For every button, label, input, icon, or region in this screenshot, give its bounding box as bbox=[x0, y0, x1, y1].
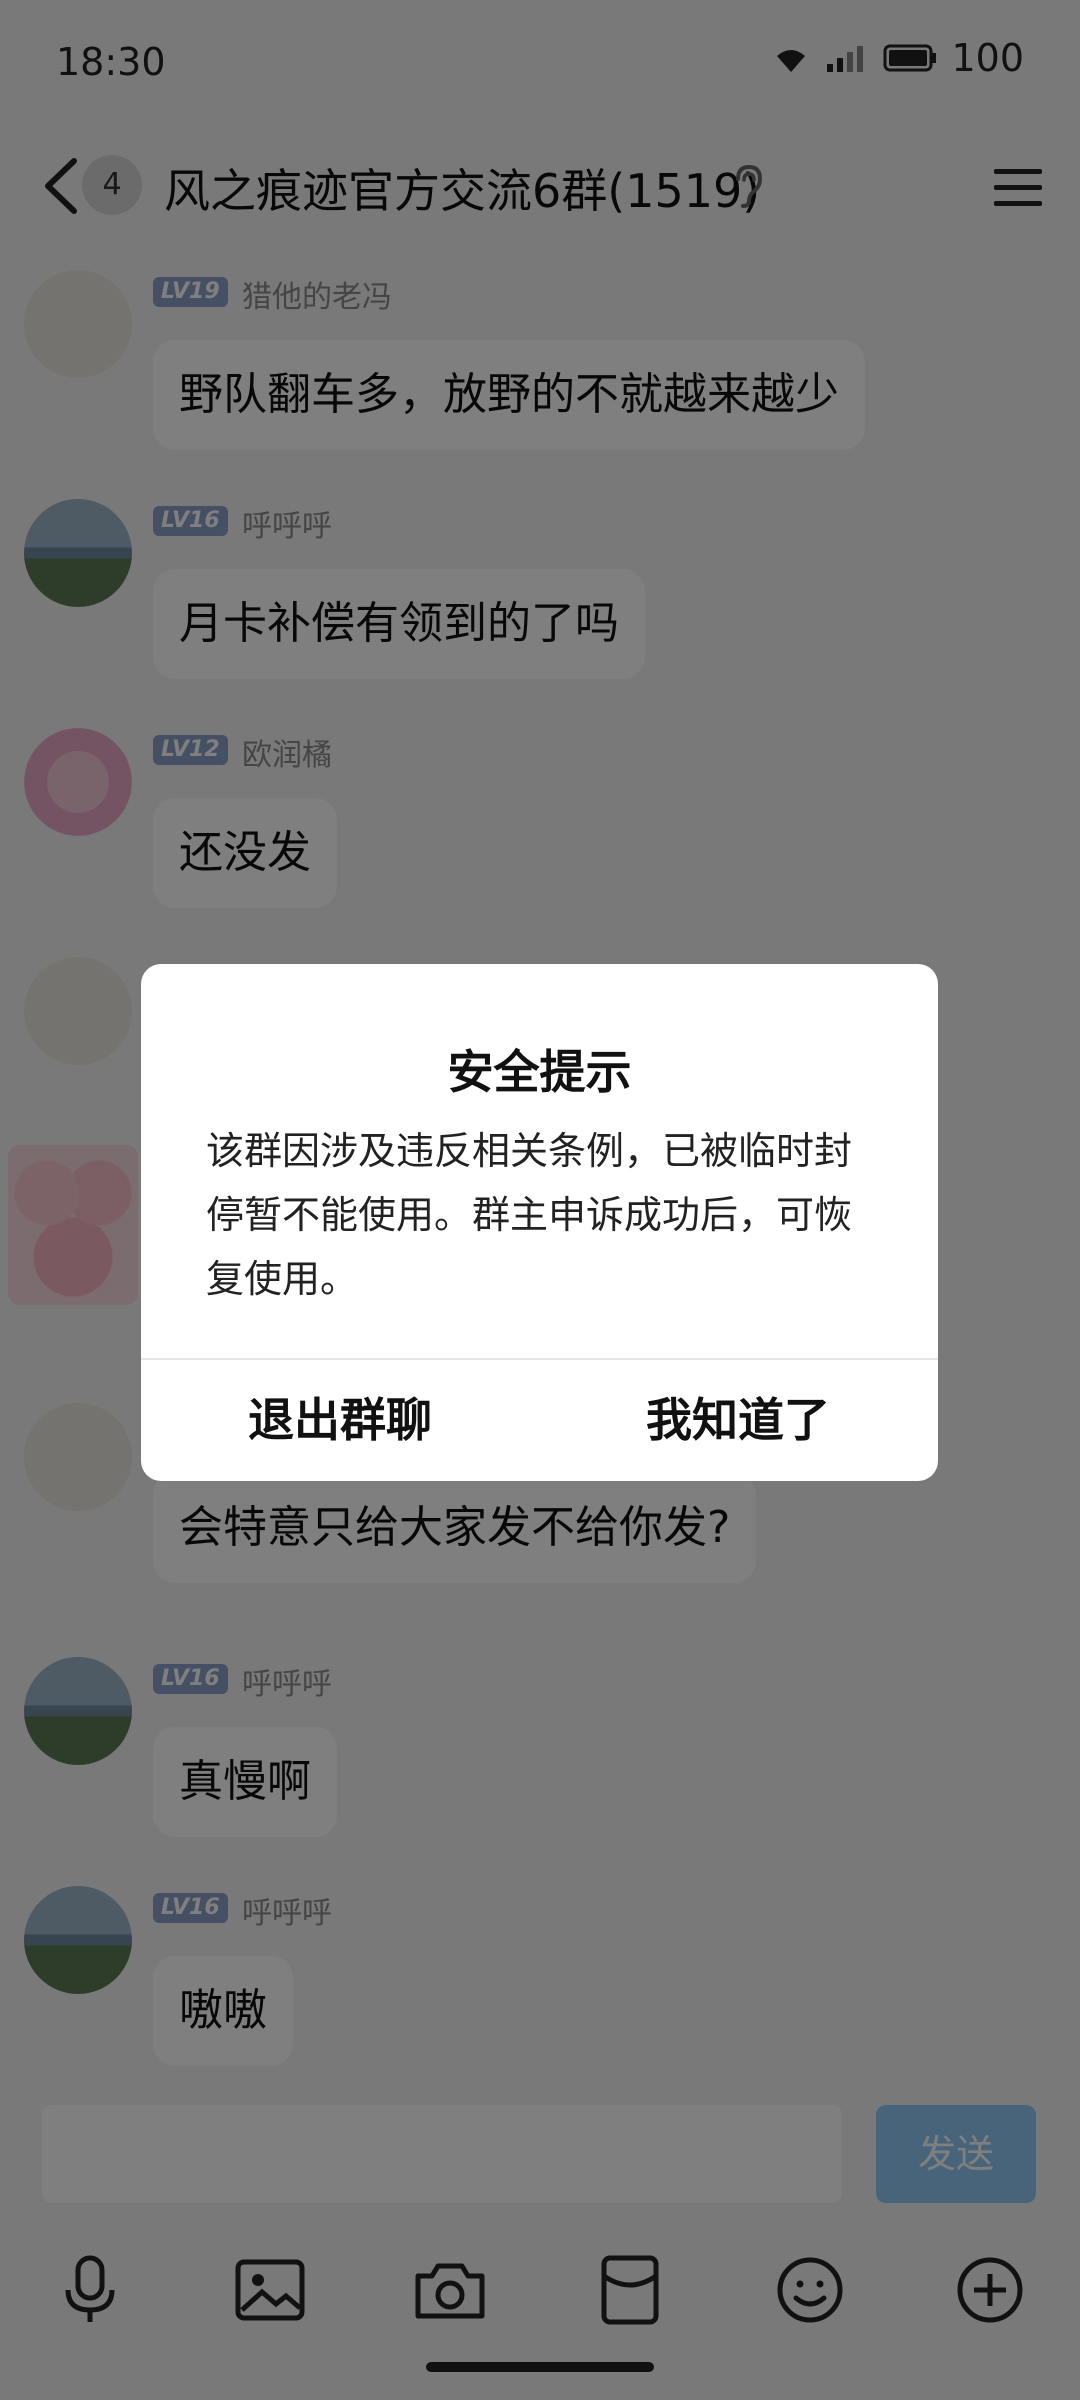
dialog-title: 安全提示 bbox=[447, 1045, 632, 1099]
got-it-button[interactable]: 我知道了 bbox=[539, 1360, 937, 1481]
dialog-message: 该群因涉及违反相关条例，已被临时封停暂不能使用。群主申诉成功后，可恢复使用。 bbox=[206, 1129, 853, 1301]
security-dialog: 安全提示 该群因涉及违反相关条例，已被临时封停暂不能使用。群主申诉成功后，可恢复… bbox=[141, 964, 938, 1481]
exit-group-button[interactable]: 退出群聊 bbox=[141, 1360, 539, 1481]
